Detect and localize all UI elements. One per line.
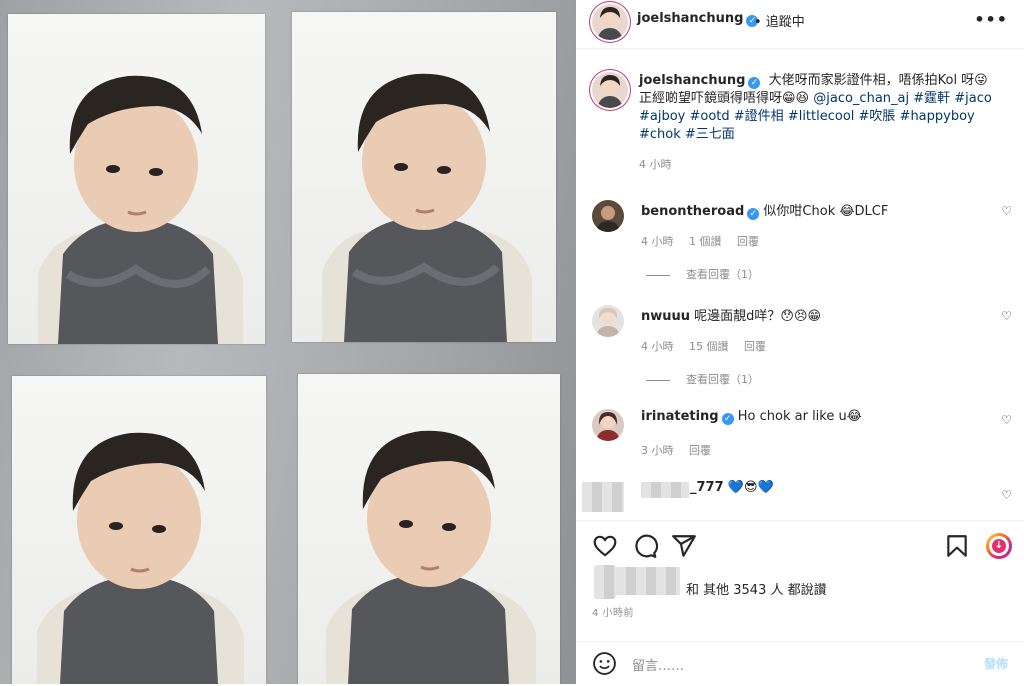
comment-body: irinateting ✓ Ho chok ar like u😂 <box>641 409 862 425</box>
child-portrait <box>322 73 532 342</box>
id-photo-top-left <box>8 14 265 344</box>
post-time: 4 小時前 <box>592 608 635 619</box>
blurred-liker-avatar <box>594 565 616 599</box>
post-header: joelshanchung ✓ • 追蹤中 ••• <box>576 0 1024 49</box>
comment-username[interactable]: _777 <box>690 480 724 495</box>
commenter-avatar[interactable] <box>592 409 624 441</box>
verified-badge-icon: ✓ <box>721 413 734 425</box>
likes-count[interactable]: 和 其他 3543 人 都說讚 <box>686 579 827 598</box>
comment-body: nwuuu 呢邊面靚d咩？😯😣😁 <box>641 305 821 324</box>
post-actions: ↓ 和 其他 3543 人 都說讚 4 小時前 留言…… 發佈 <box>576 520 1024 685</box>
comment-like-heart-icon[interactable]: ♡ <box>1001 413 1012 427</box>
comment-likes[interactable]: 1 個讚 <box>689 235 722 248</box>
comment-meta: 3 小時 回覆 <box>641 442 723 458</box>
blurred-username <box>641 482 689 498</box>
blurred-avatar <box>582 482 624 512</box>
view-replies-button[interactable]: 查看回覆（1） <box>646 371 759 387</box>
follow-status[interactable]: • 追蹤中 <box>754 11 805 30</box>
caption-mention[interactable]: @jaco_chan_aj <box>813 91 909 106</box>
caption-avatar[interactable] <box>592 72 628 108</box>
verified-badge-icon: ✓ <box>747 208 760 220</box>
post-sidebar: joelshanchung ✓ • 追蹤中 ••• joelshanchung ✓ … <box>576 0 1024 684</box>
comment-body: benontheroad ✓ 似你咁Chok 😂DLCF <box>641 200 888 220</box>
bookmark-icon[interactable] <box>944 533 970 559</box>
comment-reply-button[interactable]: 回覆 <box>744 340 766 353</box>
child-portrait <box>326 430 536 684</box>
comment-reply-button[interactable]: 回覆 <box>689 444 711 457</box>
comment-username[interactable]: nwuuu <box>641 309 690 324</box>
child-portrait <box>38 75 243 344</box>
add-comment-bar: 留言…… 發佈 <box>576 641 1024 686</box>
comment-like-heart-icon[interactable]: ♡ <box>1001 204 1012 218</box>
child-portrait <box>37 432 244 684</box>
id-photo-bottom-left <box>12 376 266 684</box>
comment-meta: 4 小時 15 個讚 回覆 <box>641 338 778 354</box>
emoji-icon[interactable] <box>592 651 617 676</box>
download-extension-icon[interactable]: ↓ <box>986 533 1012 559</box>
author-avatar[interactable] <box>592 4 628 40</box>
author-username[interactable]: joelshanchung ✓ <box>637 11 759 27</box>
commenter-avatar[interactable] <box>592 305 624 337</box>
more-options-icon[interactable]: ••• <box>974 10 1008 29</box>
id-photo-bottom-right <box>298 374 560 684</box>
comment-icon[interactable] <box>632 533 658 559</box>
comment-text: 呢邊面靚d咩？😯😣😁 <box>694 309 822 324</box>
comment-username[interactable]: benontheroad ✓ <box>641 204 760 220</box>
heart-icon[interactable] <box>592 533 618 559</box>
comment-username[interactable]: irinateting ✓ <box>641 409 734 425</box>
share-icon[interactable] <box>671 533 697 559</box>
comment-time: 4 小時 <box>641 235 674 248</box>
caption-username[interactable]: joelshanchung ✓ <box>639 73 761 89</box>
verified-badge-icon: ✓ <box>748 77 761 89</box>
comment-text: Ho chok ar like u😂 <box>737 409 862 424</box>
comment-time: 4 小時 <box>641 340 674 353</box>
comment-text: 💙😎💙 <box>727 480 774 495</box>
caption-time: 4 小時 <box>639 158 672 171</box>
comment-time: 3 小時 <box>641 444 674 457</box>
comment-like-heart-icon[interactable]: ♡ <box>1001 488 1012 502</box>
comment-reply-button[interactable]: 回覆 <box>737 235 759 248</box>
comment-likes[interactable]: 15 個讚 <box>689 340 729 353</box>
comment-like-heart-icon[interactable]: ♡ <box>1001 309 1012 323</box>
id-photo-top-right <box>292 12 556 342</box>
comment-text: 似你咁Chok 😂DLCF <box>763 204 889 219</box>
add-comment-input[interactable]: 留言…… <box>632 655 684 674</box>
post-comment-button[interactable]: 發佈 <box>984 655 1008 672</box>
view-replies-button[interactable]: 查看回覆（1） <box>646 266 759 282</box>
comment-body: _777 💙😎💙 <box>690 480 774 495</box>
comment-meta: 4 小時 1 個讚 回覆 <box>641 233 771 249</box>
post-caption: joelshanchung ✓ 大佬呀而家影證件相，唔係拍Kol 呀😜 正經啲望吓… <box>639 72 994 174</box>
blurred-liker-name <box>616 567 680 595</box>
commenter-avatar[interactable] <box>592 200 624 232</box>
post-image[interactable] <box>0 0 576 684</box>
